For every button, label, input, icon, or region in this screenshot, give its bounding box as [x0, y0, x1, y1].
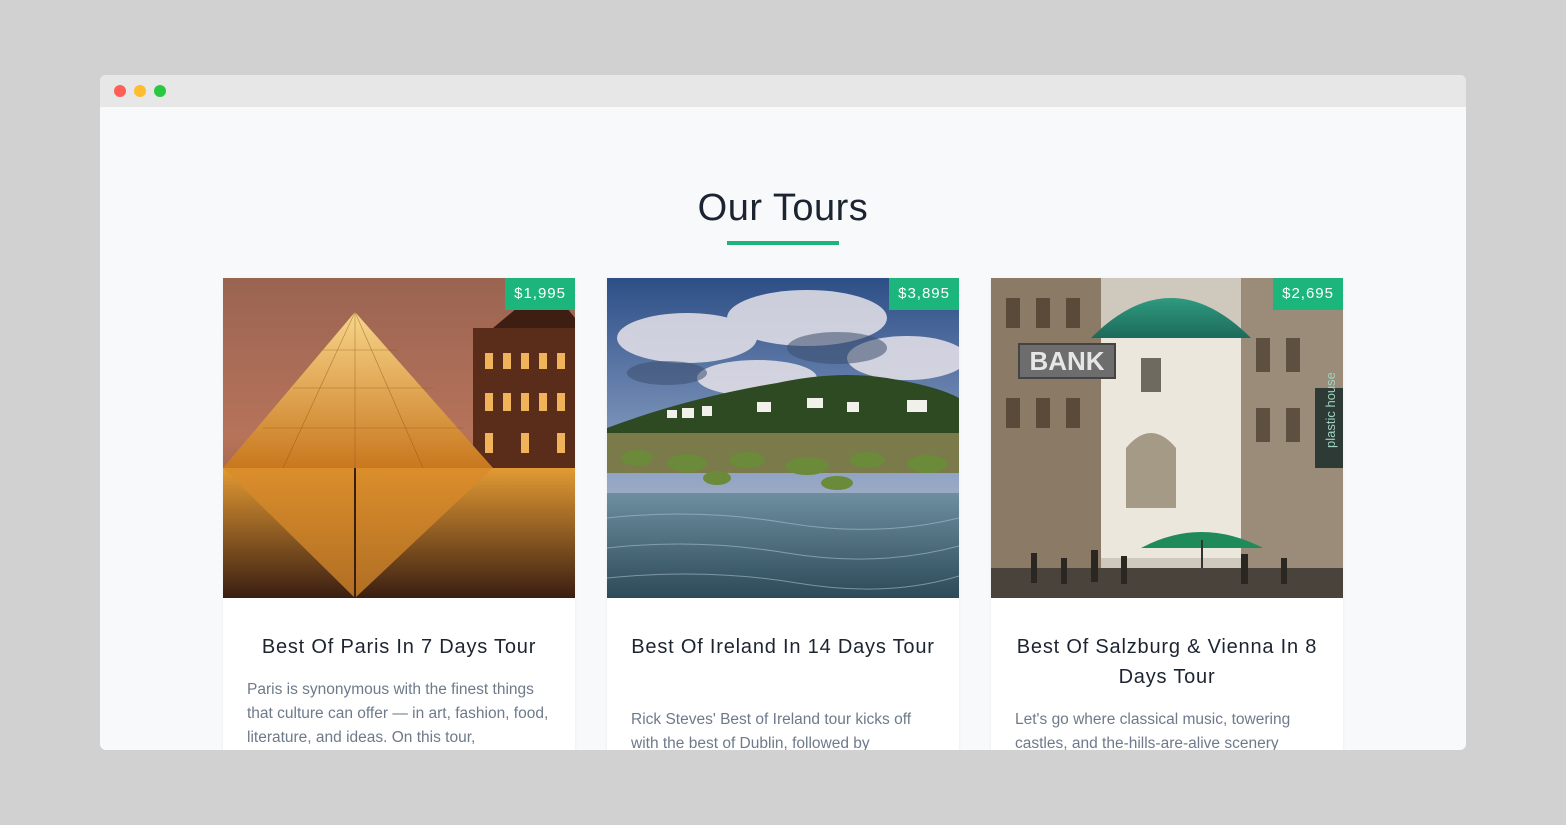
tour-card-paris[interactable]: $1,995 Best Of Paris In 7 Days Tour Pari…: [223, 278, 575, 750]
tour-title[interactable]: Best Of Paris In 7 Days Tour: [223, 632, 575, 662]
section-title: Our Tours: [697, 187, 869, 229]
irish-coast-image[interactable]: $3,895: [607, 278, 959, 598]
tour-card-ireland[interactable]: $3,895 Best Of Ireland In 14 Days Tour R…: [607, 278, 959, 750]
tour-card-vienna[interactable]: BANK plastic house $2,695 Best Of Salzbu…: [991, 278, 1343, 750]
tour-description: Paris is synonymous with the finest thin…: [247, 681, 549, 746]
browser-window: Our Tours $1,995 Best Of Paris In 7 Days…: [100, 75, 1466, 750]
close-window-button[interactable]: [114, 85, 126, 97]
tour-description: Rick Steves' Best of Ireland tour kicks …: [631, 711, 912, 750]
louvre-pyramid-image[interactable]: $1,995: [223, 278, 575, 598]
price-badge: $1,995: [505, 278, 575, 310]
price-badge: $2,695: [1273, 278, 1343, 310]
tour-title[interactable]: Best Of Salzburg & Vienna In 8 Days Tour: [991, 632, 1343, 692]
bank-sign: BANK: [1029, 346, 1104, 376]
tour-description: Let's go where classical music, towering…: [1015, 711, 1291, 750]
tours-section: Our Tours $1,995 Best Of Paris In 7 Days…: [100, 107, 1466, 750]
maximize-window-button[interactable]: [154, 85, 166, 97]
window-titlebar: [100, 75, 1466, 107]
minimize-window-button[interactable]: [134, 85, 146, 97]
price-badge: $3,895: [889, 278, 959, 310]
tour-title[interactable]: Best Of Ireland In 14 Days Tour: [607, 632, 959, 662]
plastic-house-sign: plastic house: [1323, 372, 1338, 448]
vienna-street-image[interactable]: BANK plastic house $2,695: [991, 278, 1343, 598]
title-underline: [727, 241, 839, 245]
